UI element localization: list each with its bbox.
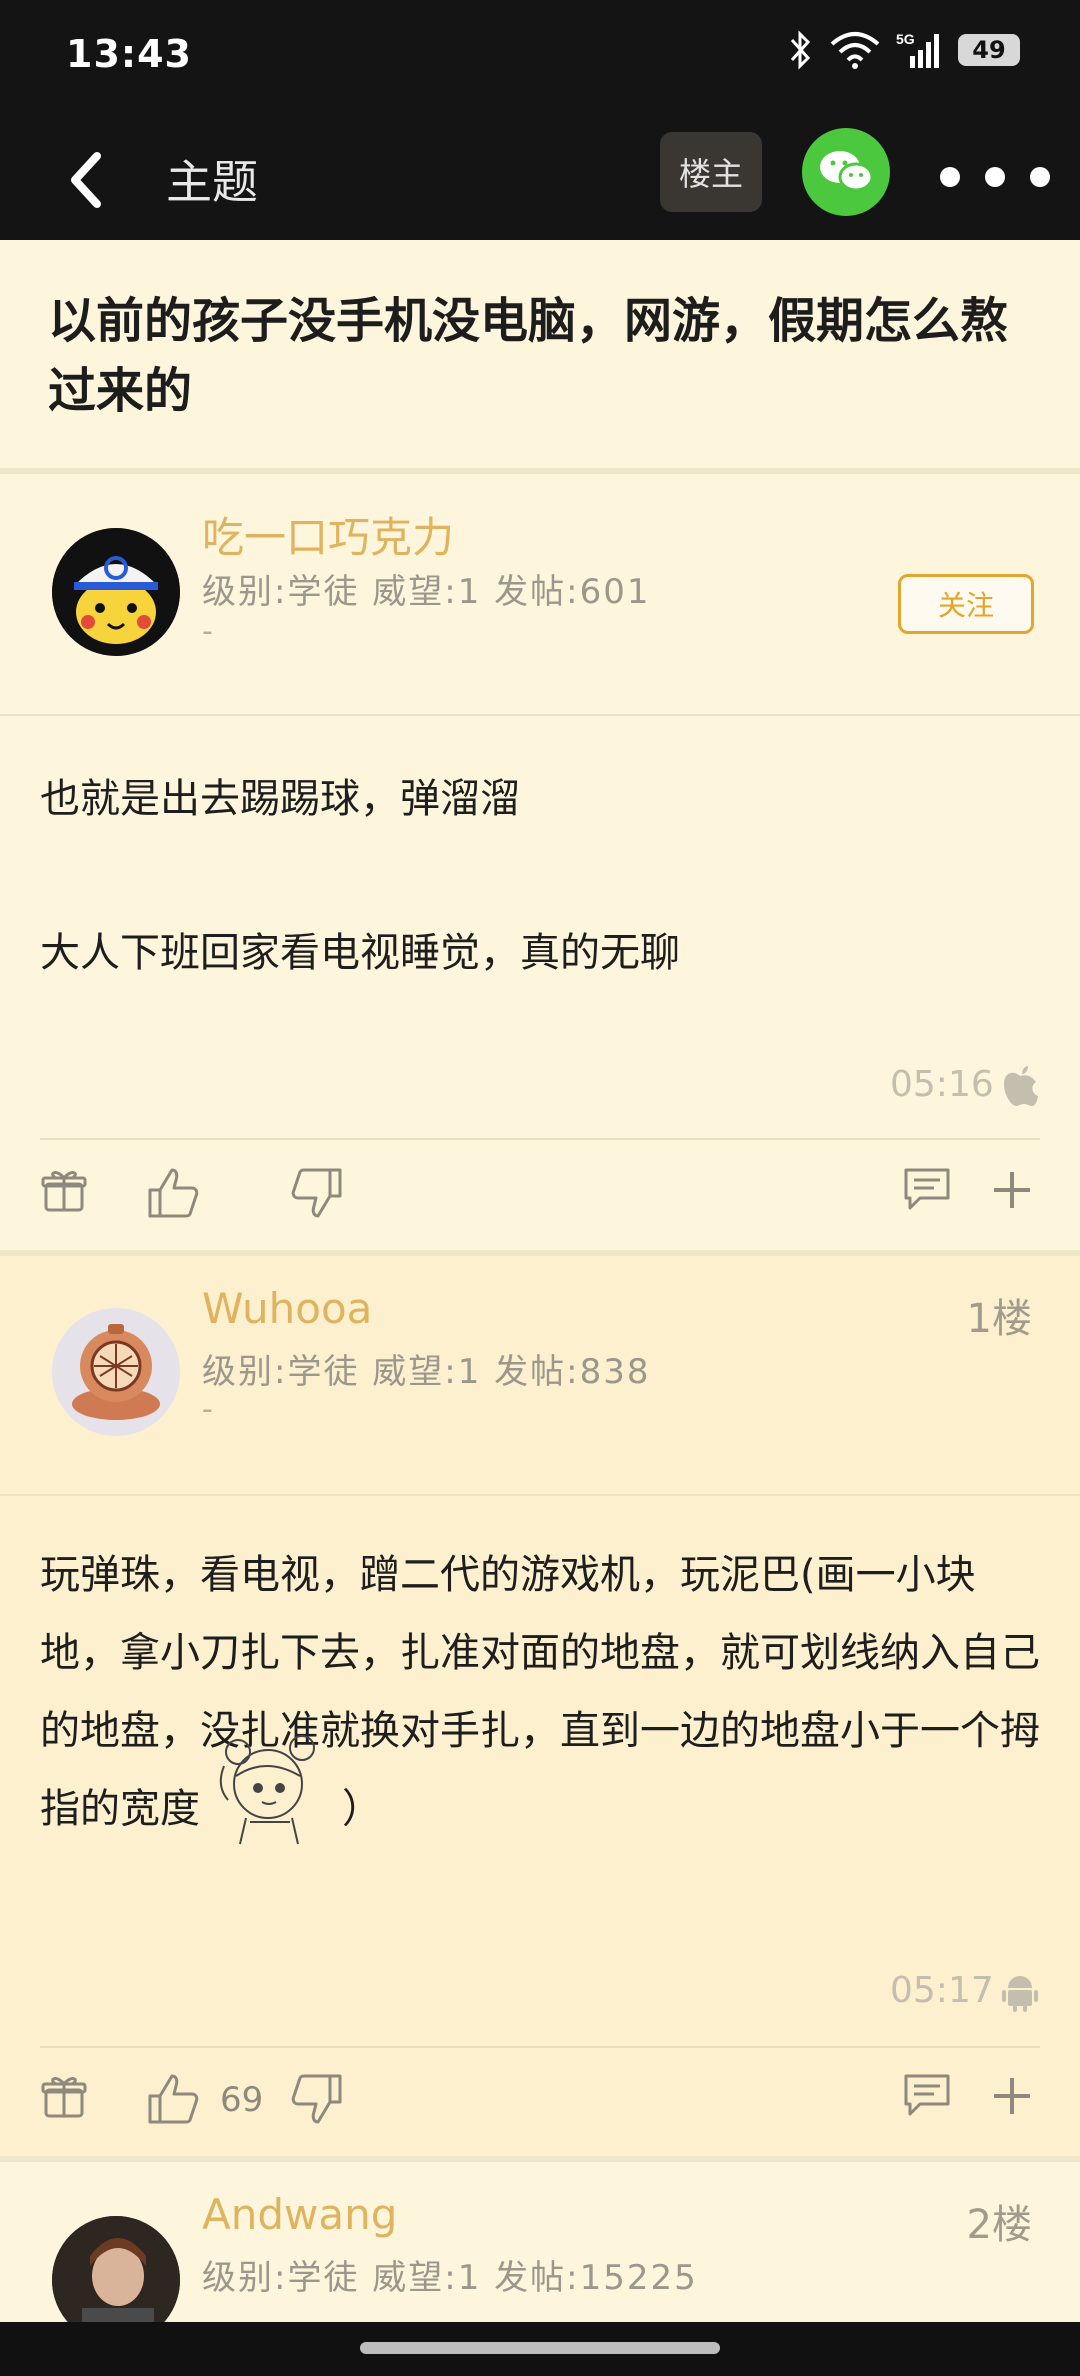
plus-icon (994, 2078, 1030, 2114)
user-signature: - (202, 614, 213, 649)
android-icon (1002, 1976, 1038, 2012)
thumbs-up-icon (148, 2074, 199, 2124)
username[interactable]: Wuhooa (202, 1284, 372, 1333)
like-count: 69 (220, 2080, 264, 2120)
gift-icon (41, 1171, 87, 1212)
battery-indicator: 49 (958, 34, 1020, 66)
svg-text:5G: 5G (896, 31, 915, 47)
divider (0, 1494, 1080, 1496)
post-text-end: ） (342, 1786, 382, 1832)
post-actions (0, 1160, 1080, 1230)
wifi-icon (830, 32, 880, 69)
post-body: 玩弹珠，看电视，蹭二代的游戏机，玩泥巴(画一小块地，拿小刀扎下去，扎准对面的地盘… (40, 1536, 1040, 1848)
status-icons: 5G 49 (788, 30, 1020, 70)
pikachu-avatar-icon (52, 528, 180, 656)
post-line: 大人下班回家看电视睡觉，真的无聊 (40, 930, 680, 976)
comment-button[interactable] (902, 1166, 952, 1212)
home-indicator-bar (0, 2322, 1080, 2376)
dot (1030, 167, 1050, 187)
thread-title: 以前的孩子没手机没电脑，网游，假期怎么熬过来的 (48, 293, 1009, 419)
floor-number: 2楼 (966, 2202, 1032, 2248)
anime-girl-sticker-icon (219, 1735, 315, 1845)
plus-icon (994, 1172, 1030, 1208)
post-time: 05:16 (890, 1064, 994, 1105)
owner-only-button[interactable]: 楼主 (660, 132, 762, 212)
divider (40, 1138, 1040, 1140)
user-signature: - (202, 1392, 213, 1427)
comment-button[interactable] (902, 2072, 952, 2118)
user-meta: 级别:学徒 威望:1 发帖:601 (202, 572, 651, 612)
add-button[interactable] (990, 1168, 1034, 1212)
page-title: 主题 (166, 155, 258, 209)
chevron-left-icon (71, 152, 101, 208)
gift-button[interactable] (40, 2072, 88, 2120)
sticker (206, 1726, 336, 1846)
gift-icon (41, 2077, 87, 2118)
wechat-icon (820, 151, 874, 192)
post-author-header: 吃一口巧克力 级别:学徒 威望:1 发帖:601 - 关注 (0, 474, 1080, 714)
thumbs-down-icon (291, 2074, 342, 2124)
status-bar: 13:43 5G 49 (0, 0, 1080, 120)
user-meta: 级别:学徒 威望:1 发帖:838 (202, 1352, 651, 1392)
bluetooth-icon (790, 30, 811, 70)
divider (40, 2046, 1040, 2048)
dislike-button[interactable] (290, 1166, 344, 1220)
wechat-share-button[interactable] (802, 128, 890, 216)
avatar[interactable] (52, 1308, 180, 1436)
dot (985, 167, 1005, 187)
home-indicator[interactable] (360, 2342, 720, 2354)
avatar[interactable] (52, 528, 180, 656)
thumbs-down-icon (291, 1168, 342, 1218)
top-bar: 主题 楼主 (0, 120, 1080, 240)
comment-icon (904, 2074, 950, 2116)
follow-button[interactable]: 关注 (898, 574, 1034, 634)
signal-icon: 5G (896, 31, 939, 68)
username[interactable]: 吃一口巧克力 (202, 504, 454, 565)
divider (0, 714, 1080, 716)
post-line: 也就是出去踢踢球，弹溜溜 (40, 776, 520, 822)
status-time: 13:43 (66, 32, 192, 76)
post-author-header: Wuhooa 级别:学徒 威望:1 发帖:838 - 1楼 (0, 1256, 1080, 1496)
more-menu-button[interactable] (940, 164, 1050, 190)
post-author-header: Andwang 级别:学徒 威望:1 发帖:15225 2楼 (0, 2162, 1080, 2344)
add-button[interactable] (990, 2074, 1034, 2118)
gift-button[interactable] (40, 1166, 88, 1214)
diving-helmet-avatar-icon (52, 1308, 180, 1436)
username[interactable]: Andwang (202, 2190, 397, 2239)
like-button[interactable] (146, 2072, 200, 2126)
dislike-button[interactable] (290, 2072, 344, 2126)
user-meta: 级别:学徒 威望:1 发帖:15225 (202, 2258, 698, 2298)
post-text: 玩弹珠，看电视，蹭二代的游戏机，玩泥巴(画一小块地，拿小刀扎下去，扎准对面的地盘… (40, 1552, 1040, 1832)
dot (940, 167, 960, 187)
post-time: 05:17 (890, 1970, 994, 2011)
comment-icon (904, 1168, 950, 1210)
post-actions: 69 (0, 2066, 1080, 2136)
back-button[interactable] (50, 142, 120, 218)
apple-icon (1004, 1066, 1038, 1106)
thumbs-up-icon (148, 1168, 199, 1218)
like-button[interactable] (146, 1166, 200, 1220)
floor-number: 1楼 (966, 1296, 1032, 1342)
